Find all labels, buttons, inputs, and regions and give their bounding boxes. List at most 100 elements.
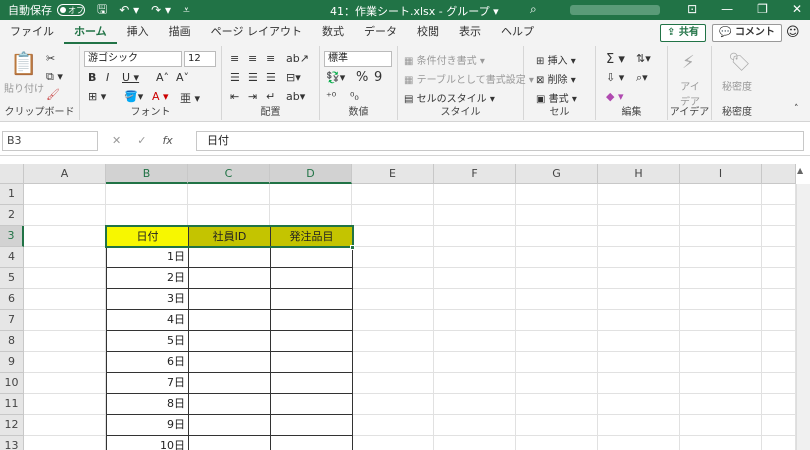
grid-cell[interactable]: [598, 226, 680, 247]
grid-cell[interactable]: [516, 352, 598, 373]
decrease-decimal-icon[interactable]: ⁰₀: [350, 90, 359, 103]
format-painter-icon[interactable]: 🖌: [46, 88, 60, 101]
row-header[interactable]: 6: [0, 289, 24, 310]
cancel-entry-icon[interactable]: ✕: [112, 134, 121, 147]
grid-cell[interactable]: [680, 373, 762, 394]
align-center-icon[interactable]: ☰: [248, 71, 258, 84]
row-header[interactable]: 10: [0, 373, 24, 394]
clear-icon[interactable]: ◆ ▾: [606, 90, 623, 103]
grid-cell[interactable]: [434, 415, 516, 436]
row-header[interactable]: 3: [0, 226, 24, 247]
grid-cell[interactable]: [24, 394, 106, 415]
employee-id-cell[interactable]: [188, 331, 271, 352]
grid-cell[interactable]: [680, 226, 762, 247]
name-box[interactable]: B3: [2, 131, 98, 151]
ideas-icon[interactable]: ⚡: [682, 52, 695, 73]
ribbon-display-icon[interactable]: ⊡: [687, 2, 697, 16]
grid-cell[interactable]: [598, 310, 680, 331]
grid-cell[interactable]: [24, 184, 106, 205]
grid-cell[interactable]: [762, 310, 796, 331]
grid-cell[interactable]: [516, 289, 598, 310]
order-item-cell[interactable]: [270, 289, 353, 310]
grid-cell[interactable]: [24, 373, 106, 394]
grid-cell[interactable]: [762, 331, 796, 352]
grid-cell[interactable]: [24, 205, 106, 226]
grid-cell[interactable]: [270, 184, 352, 205]
grid-cell[interactable]: [762, 247, 796, 268]
close-icon[interactable]: ✕: [792, 2, 802, 16]
restore-icon[interactable]: ❐: [757, 2, 768, 16]
tab-review[interactable]: 校閲: [407, 22, 449, 44]
column-header[interactable]: G: [516, 164, 598, 184]
column-header[interactable]: H: [598, 164, 680, 184]
order-item-cell[interactable]: [270, 436, 353, 450]
date-cell[interactable]: 7日: [106, 373, 189, 394]
grid-cell[interactable]: [680, 205, 762, 226]
increase-decimal-icon[interactable]: ⁺⁰: [326, 90, 336, 103]
borders-icon[interactable]: ⊞ ▾: [88, 90, 106, 103]
table-header-employee-id[interactable]: 社員ID: [188, 226, 271, 247]
grid-cell[interactable]: [516, 205, 598, 226]
row-header[interactable]: 4: [0, 247, 24, 268]
minimize-icon[interactable]: —: [721, 2, 733, 16]
tab-view[interactable]: 表示: [449, 22, 491, 44]
date-cell[interactable]: 8日: [106, 394, 189, 415]
grid-cell[interactable]: [516, 310, 598, 331]
font-name-select[interactable]: 游ゴシック: [84, 51, 182, 67]
percent-icon[interactable]: %: [356, 70, 368, 85]
row-header[interactable]: 7: [0, 310, 24, 331]
format-as-table-button[interactable]: ▦ テーブルとして書式設定 ▾: [404, 71, 534, 86]
sensitivity-button[interactable]: 秘密度: [722, 78, 752, 93]
row-header[interactable]: 11: [0, 394, 24, 415]
feedback-smiley-icon[interactable]: ☺: [786, 25, 800, 40]
grid-cell[interactable]: [516, 373, 598, 394]
date-cell[interactable]: 6日: [106, 352, 189, 373]
grid-cell[interactable]: [516, 184, 598, 205]
tab-file[interactable]: ファイル: [0, 22, 64, 44]
grid-cell[interactable]: [434, 310, 516, 331]
date-cell[interactable]: 1日: [106, 247, 189, 268]
grid-cell[interactable]: [680, 268, 762, 289]
date-cell[interactable]: 2日: [106, 268, 189, 289]
grid-cell[interactable]: [106, 184, 188, 205]
row-header[interactable]: 13: [0, 436, 24, 450]
employee-id-cell[interactable]: [188, 394, 271, 415]
grid-cell[interactable]: [434, 394, 516, 415]
grid-cell[interactable]: [24, 415, 106, 436]
grid-cell[interactable]: [680, 289, 762, 310]
bold-icon[interactable]: B: [88, 71, 96, 84]
wrap-text-icon[interactable]: ↵: [266, 90, 275, 103]
grid-cell[interactable]: [762, 415, 796, 436]
grid-cell[interactable]: [680, 310, 762, 331]
order-item-cell[interactable]: [270, 394, 353, 415]
grid-cell[interactable]: [598, 331, 680, 352]
redo-icon[interactable]: ↷ ▾: [151, 3, 171, 17]
grid-cell[interactable]: [352, 310, 434, 331]
grid-cell[interactable]: [762, 268, 796, 289]
grid-cell[interactable]: [680, 331, 762, 352]
align-top-icon[interactable]: ≡: [230, 52, 239, 65]
share-button[interactable]: ⇪ 共有: [660, 24, 706, 42]
grid-cell[interactable]: [762, 205, 796, 226]
grid-cell[interactable]: [516, 226, 598, 247]
grid-cell[interactable]: [352, 373, 434, 394]
grid-cell[interactable]: [24, 289, 106, 310]
accounting-format-icon[interactable]: 💱▾: [326, 71, 345, 84]
conditional-formatting-button[interactable]: ▦ 条件付き書式 ▾: [404, 52, 485, 67]
grid-cell[interactable]: [516, 415, 598, 436]
grid-cell[interactable]: [352, 352, 434, 373]
grid-cell[interactable]: [598, 268, 680, 289]
grid-cell[interactable]: [598, 373, 680, 394]
column-header[interactable]: B: [106, 164, 188, 184]
grid-cell[interactable]: [762, 436, 796, 450]
text-direction-icon[interactable]: ab▾: [286, 90, 305, 103]
grid-cell[interactable]: [516, 331, 598, 352]
grid-cell[interactable]: [24, 268, 106, 289]
employee-id-cell[interactable]: [188, 373, 271, 394]
date-cell[interactable]: 5日: [106, 331, 189, 352]
font-color-icon[interactable]: A ▾: [152, 90, 169, 103]
grid-cell[interactable]: [434, 289, 516, 310]
grid-cell[interactable]: [434, 436, 516, 450]
grid-cell[interactable]: [188, 205, 270, 226]
insert-function-icon[interactable]: fx: [162, 134, 172, 147]
